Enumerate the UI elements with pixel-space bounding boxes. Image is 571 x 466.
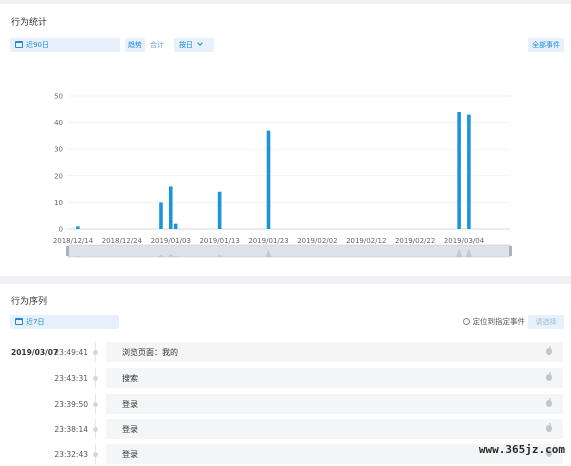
- y-tick-label: 10: [54, 199, 63, 207]
- chart-bar[interactable]: [159, 202, 163, 229]
- timeline-dot: [93, 376, 98, 381]
- y-tick-label: 40: [54, 119, 63, 127]
- chart-bar[interactable]: [168, 186, 173, 229]
- x-tick-label: 2019/01/23: [248, 237, 288, 245]
- target-icon: [462, 318, 470, 325]
- event-item[interactable]: 浏览页面：我的: [106, 342, 563, 362]
- chart-bar[interactable]: [467, 114, 471, 229]
- chart-bar[interactable]: [217, 191, 222, 229]
- event-item[interactable]: 登录: [106, 394, 563, 414]
- chart-bar[interactable]: [173, 223, 178, 229]
- event-item[interactable]: 登录: [106, 419, 563, 439]
- x-tick-label: 2019/03/04: [444, 237, 485, 245]
- chart-zoom-slider[interactable]: [66, 244, 512, 258]
- sequence-date-range-picker[interactable]: 近7日: [10, 315, 119, 329]
- y-tick-label: 20: [54, 172, 63, 180]
- apple-icon: [546, 398, 552, 407]
- sequence-date-range-label: 近7日: [26, 318, 45, 326]
- x-tick-label: 2018/12/14: [53, 237, 94, 245]
- sequence-row[interactable]: 2019/03/07 23:49:41 浏览页面：我的: [0, 342, 571, 362]
- event-time: 23:43:31: [54, 374, 88, 383]
- chart-x-ticks: 2018/12/14 2018/12/24 2019/01/03 2019/01/13…: [53, 237, 485, 245]
- timeline-dot: [93, 452, 98, 457]
- zoom-slider-track: [67, 244, 511, 258]
- chart-y-ticks: 0 10 20 30 40 50: [54, 93, 63, 234]
- sequence-row[interactable]: 23:38:14 登录: [0, 419, 571, 439]
- event-item[interactable]: 搜索: [106, 368, 563, 388]
- event-name: 登录: [122, 425, 138, 434]
- x-tick-label: 2019/01/13: [199, 237, 239, 245]
- apple-icon: [546, 372, 552, 381]
- x-tick-label: 2018/12/24: [102, 237, 143, 245]
- timeline-dot: [93, 427, 98, 432]
- chart-bar[interactable]: [457, 111, 461, 229]
- event-time: 23:38:14: [54, 425, 88, 434]
- sequence-title: 行为序列: [11, 297, 48, 307]
- event-time: 23:49:41: [54, 348, 88, 357]
- behavior-stats-panel: 行为统计 近90日 趋势 合计 按日 全部事件 0 10 20 30 40 50 2018…: [0, 4, 571, 276]
- x-tick-label: 2019/02/22: [395, 237, 435, 245]
- sequence-row[interactable]: 23:43:31 搜索: [0, 368, 571, 388]
- chart-gridlines: [68, 95, 510, 230]
- event-name: 登录: [122, 400, 138, 409]
- event-name: 登录: [122, 450, 138, 459]
- sequence-date: 2019/03/07: [11, 348, 59, 357]
- event-select[interactable]: 请选择: [528, 315, 564, 329]
- calendar-icon: [15, 318, 23, 325]
- x-tick-label: 2019/02/12: [346, 237, 386, 245]
- event-time: 23:39:50: [54, 400, 88, 409]
- zoom-slider-right-handle[interactable]: [509, 246, 512, 256]
- x-tick-label: 2019/01/03: [151, 237, 191, 245]
- trend-chart: 0 10 20 30 40 50 2018/12/14 2018/12/24 2019/01/…: [53, 93, 512, 258]
- timeline-dot: [93, 350, 98, 355]
- y-tick-label: 30: [54, 146, 63, 154]
- event-name: 浏览页面：我的: [122, 348, 178, 357]
- site-watermark: www.365jz.com: [478, 443, 565, 456]
- section-divider: [0, 276, 571, 284]
- timeline-dot: [93, 402, 98, 407]
- zoom-slider-left-handle[interactable]: [66, 246, 69, 256]
- sequence-row[interactable]: 23:39:50 登录: [0, 394, 571, 414]
- chart-bar[interactable]: [266, 130, 271, 229]
- locate-event-button[interactable]: 定位到指定事件: [462, 315, 526, 329]
- locate-event-label: 定位到指定事件: [472, 317, 526, 326]
- x-tick-label: 2019/02/02: [297, 237, 337, 245]
- chart-bar[interactable]: [76, 226, 80, 229]
- behavior-sequence-panel: 行为序列 近7日 定位到指定事件 请选择 2019/03/07 23:49:41…: [0, 284, 571, 466]
- y-tick-label: 50: [54, 93, 63, 101]
- chart-bars: [76, 111, 471, 229]
- y-tick-label: 0: [59, 226, 63, 234]
- apple-icon: [546, 423, 552, 432]
- event-time: 23:32:43: [54, 450, 88, 459]
- event-name: 搜索: [122, 374, 138, 383]
- apple-icon: [546, 346, 552, 355]
